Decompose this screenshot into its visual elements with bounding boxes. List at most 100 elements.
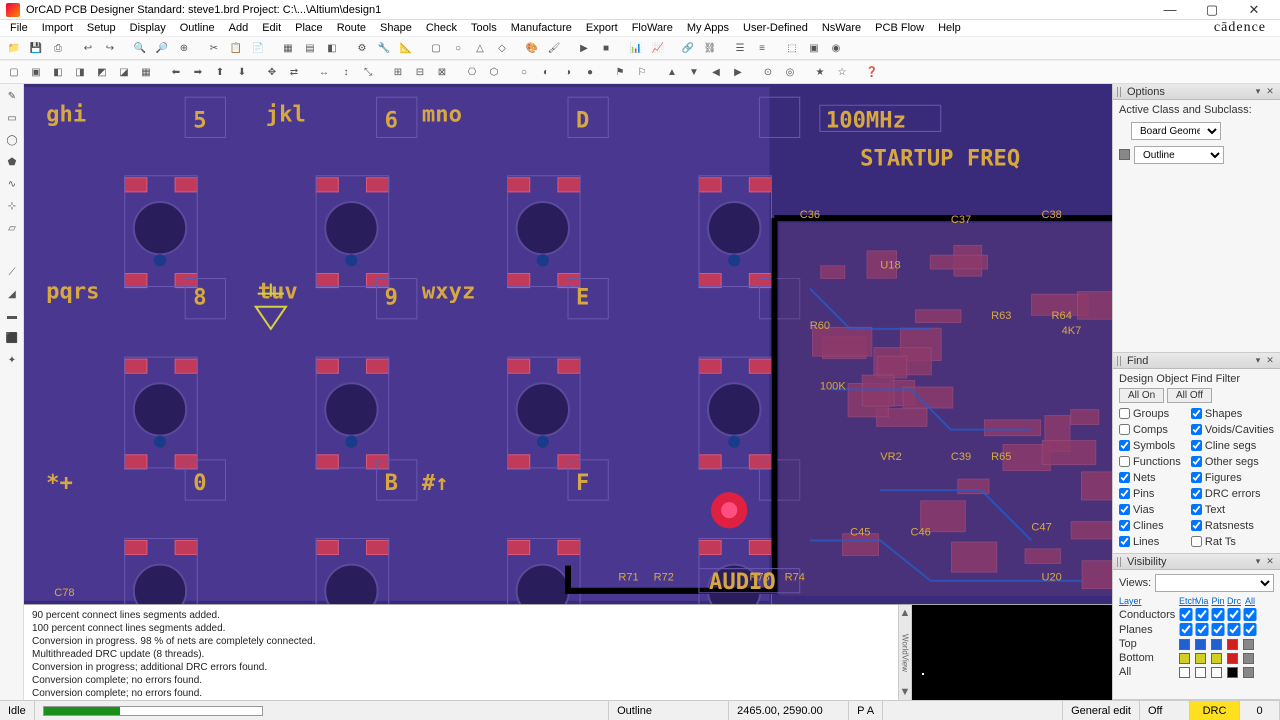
menu-help[interactable]: Help [932,21,967,35]
tool-button[interactable]: ⚐ [632,62,652,82]
tool-button[interactable]: ⊙ [758,62,778,82]
menu-nsware[interactable]: NsWare [816,21,867,35]
close-button[interactable]: ✕ [1234,1,1274,19]
vtool-button[interactable]: ✦ [2,350,22,370]
tool-button[interactable]: 🔧 [374,38,394,58]
tool-button[interactable]: ◎ [780,62,800,82]
vtool-button[interactable]: ▱ [2,218,22,238]
pin-icon[interactable]: ▾ [1252,86,1264,98]
vtool-button[interactable]: ⊹ [2,196,22,216]
tool-button[interactable]: △ [470,38,490,58]
tool-button[interactable]: ☆ [832,62,852,82]
tool-button[interactable]: ○ [514,62,534,82]
tool-button[interactable]: ◨ [70,62,90,82]
find-cb-Rat Ts[interactable] [1191,536,1202,547]
menu-setup[interactable]: Setup [81,21,122,35]
find-cb-Text[interactable] [1191,504,1202,515]
class-select[interactable]: Board Geometry [1131,122,1221,140]
tool-button[interactable]: 📊 [626,38,646,58]
tool-button[interactable]: ⬡ [484,62,504,82]
tool-button[interactable]: 📋 [226,38,246,58]
tool-button[interactable]: ↔ [314,62,334,82]
find-cb-Other segs[interactable] [1191,456,1202,467]
tool-button[interactable]: ⬅ [166,62,186,82]
vtool-button[interactable]: ◯ [2,130,22,150]
find-cb-Functions[interactable] [1119,456,1130,467]
tool-button[interactable]: 📐 [396,38,416,58]
find-cb-Nets[interactable] [1119,472,1130,483]
tool-button[interactable]: ◧ [322,38,342,58]
find-cb-Comps[interactable] [1119,424,1130,435]
find-cb-Cline segs[interactable] [1191,440,1202,451]
vtool-button[interactable]: ⬛ [2,328,22,348]
tool-button[interactable]: ▶ [574,38,594,58]
tool-button[interactable]: ↩ [78,38,98,58]
menu-route[interactable]: Route [331,21,372,35]
vtool-button[interactable]: ⬟ [2,152,22,172]
tool-button[interactable]: ✂ [204,38,224,58]
find-cb-Pins[interactable] [1119,488,1130,499]
menu-outline[interactable]: Outline [174,21,221,35]
tool-button[interactable]: ▣ [804,38,824,58]
tool-button[interactable]: ⬚ [782,38,802,58]
tool-button[interactable]: ★ [810,62,830,82]
tool-button[interactable]: ⇄ [284,62,304,82]
find-cb-Lines[interactable] [1119,536,1130,547]
tool-button[interactable]: ◑ [558,62,578,82]
menu-edit[interactable]: Edit [256,21,287,35]
tool-button[interactable]: ◉ [826,38,846,58]
tool-button[interactable]: ▶ [728,62,748,82]
vtool-button[interactable]: ✎ [2,86,22,106]
views-select[interactable] [1155,574,1274,592]
menu-floware[interactable]: FloWare [626,21,679,35]
menu-export[interactable]: Export [580,21,624,35]
tool-button[interactable]: ■ [596,38,616,58]
tool-button[interactable]: ⬆ [210,62,230,82]
tool-button[interactable]: 📈 [648,38,668,58]
vtool-button[interactable]: ▭ [2,108,22,128]
find-cb-Figures[interactable] [1191,472,1202,483]
tool-button[interactable]: ⎔ [462,62,482,82]
tool-button[interactable]: 🔗 [678,38,698,58]
menu-display[interactable]: Display [124,21,172,35]
tool-button[interactable]: ▦ [278,38,298,58]
find-cb-DRC errors[interactable] [1191,488,1202,499]
tool-button[interactable]: ▤ [300,38,320,58]
tool-button[interactable]: ▦ [136,62,156,82]
menu-add[interactable]: Add [223,21,255,35]
find-cb-Groups[interactable] [1119,408,1130,419]
tool-button[interactable]: ◀ [706,62,726,82]
tool-button[interactable]: ⊞ [388,62,408,82]
tool-button[interactable]: ⊟ [410,62,430,82]
tool-button[interactable]: ⛓ [700,38,720,58]
find-cb-Symbols[interactable] [1119,440,1130,451]
tool-button[interactable]: 💾 [26,38,46,58]
tool-button[interactable]: ✥ [262,62,282,82]
tool-button[interactable]: ➡ [188,62,208,82]
close-icon[interactable]: ✕ [1264,86,1276,98]
subclass-color[interactable] [1119,149,1130,160]
tool-button[interactable]: ◐ [536,62,556,82]
tool-button[interactable]: ⚑ [610,62,630,82]
minimize-button[interactable]: — [1150,1,1190,19]
tool-button[interactable]: 🖌 [544,38,564,58]
tool-button[interactable]: ▼ [684,62,704,82]
menu-shape[interactable]: Shape [374,21,418,35]
tool-button[interactable]: ⬇ [232,62,252,82]
menu-import[interactable]: Import [36,21,79,35]
find-cb-Ratsnests[interactable] [1191,520,1202,531]
menu-manufacture[interactable]: Manufacture [505,21,578,35]
menu-place[interactable]: Place [289,21,329,35]
tool-button[interactable]: ◇ [492,38,512,58]
tool-button[interactable]: ▲ [662,62,682,82]
tool-button[interactable]: ☰ [730,38,750,58]
find-cb-Vias[interactable] [1119,504,1130,515]
tool-button[interactable]: ⤡ [358,62,378,82]
menu-pcb flow[interactable]: PCB Flow [869,21,930,35]
tool-button[interactable]: 🔍 [130,38,150,58]
status-drc[interactable]: DRC [1190,701,1240,720]
menu-check[interactable]: Check [420,21,463,35]
vtool-button[interactable] [2,240,22,260]
tool-button[interactable]: 🔎 [152,38,172,58]
tool-button[interactable]: ⊕ [174,38,194,58]
